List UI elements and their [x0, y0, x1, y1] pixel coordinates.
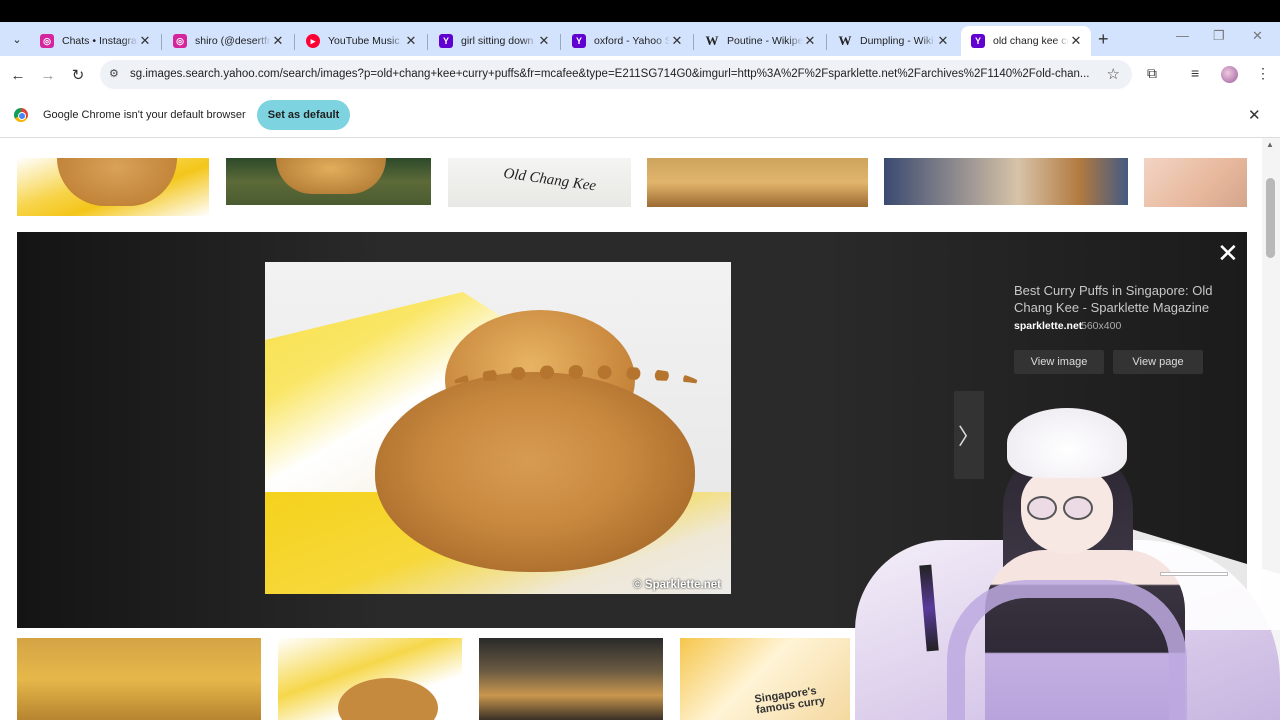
tab-yahoo-girl[interactable]: Y girl sitting down ✕ [429, 26, 559, 56]
tab-yahoo-oxford[interactable]: Y oxford - Yahoo S ✕ [562, 26, 692, 56]
youtube-music-icon: ▸ [306, 34, 320, 48]
tab-close-icon[interactable]: ✕ [803, 33, 817, 49]
tab-close-icon[interactable]: ✕ [537, 33, 551, 49]
tab-separator [560, 34, 561, 50]
preview-close-icon[interactable]: ✕ [1217, 240, 1239, 266]
preview-dimensions: 560x400 [1081, 320, 1122, 332]
instagram-icon: ◎ [40, 34, 54, 48]
tab-title: shiro (@desertfro [195, 35, 271, 47]
browser-toolbar: ← → ↻ ⚙ sg.images.search.yahoo.com/searc… [0, 56, 1280, 94]
yahoo-icon: Y [971, 34, 985, 48]
curry-puffs-tray-thumb[interactable] [647, 158, 868, 207]
menu-kebab-icon[interactable]: ⋮ [1256, 65, 1270, 82]
minimize-icon[interactable]: — [1176, 28, 1189, 43]
next-image-button[interactable]: 〉 [954, 391, 984, 479]
screen: ⌄ ◎ Chats • Instagram ✕ ◎ shiro (@desert… [0, 0, 1280, 720]
media-controls-icon[interactable]: ≡ [1191, 65, 1199, 81]
wikipedia-icon: W [705, 33, 719, 48]
singapore-curry-puff-thumb[interactable]: Singapore's famous curry [680, 638, 850, 720]
scroll-up-icon[interactable]: ▲ [1266, 140, 1274, 149]
curry-puff-crimp [451, 365, 701, 405]
window-close-icon[interactable]: ✕ [1252, 28, 1263, 44]
tab-close-icon[interactable]: ✕ [138, 33, 152, 49]
address-url[interactable]: sg.images.search.yahoo.com/search/images… [130, 68, 1095, 80]
set-as-default-button[interactable]: Set as default [257, 100, 350, 130]
tab-close-icon[interactable]: ✕ [404, 33, 418, 49]
curry-puffs-basket-thumb[interactable] [226, 158, 431, 205]
preview-title[interactable]: Best Curry Puffs in Singapore: Old Chang… [1014, 282, 1229, 316]
back-icon[interactable]: ← [7, 64, 29, 86]
image-search-results: Old Chang Kee © Sparklette.net 〉 ✕ Best … [0, 138, 1280, 720]
page-scrollbar[interactable]: ▲ [1262, 138, 1280, 720]
tab-title: Chats • Instagram [62, 35, 138, 47]
profile-avatar[interactable] [1221, 66, 1238, 83]
tab-yahoo-old-chang-kee[interactable]: Y old chang kee cu ✕ [961, 26, 1091, 56]
yahoo-icon: Y [572, 34, 586, 48]
scrollbar-thumb[interactable] [1266, 178, 1275, 258]
tab-search-icon[interactable]: ⌄ [6, 28, 28, 50]
tab-title: Dumpling - Wiki [860, 35, 934, 47]
curry-puff-bag-thumb[interactable] [17, 158, 209, 216]
curry-puff-packet-thumb[interactable] [278, 638, 462, 720]
preview-source: sparklette.net [1014, 320, 1083, 332]
instagram-icon: ◎ [173, 34, 187, 48]
tab-separator [693, 34, 694, 50]
curry-puffs-pile-thumb[interactable] [17, 638, 261, 720]
tab-title: Poutine - Wikipe [727, 35, 803, 47]
tab-separator [161, 34, 162, 50]
restore-icon[interactable]: ❐ [1213, 28, 1225, 44]
tab-wikipedia-poutine[interactable]: W Poutine - Wikipe ✕ [695, 26, 825, 56]
infobar-message: Google Chrome isn't your default browser [43, 109, 246, 121]
top-black-bar [0, 0, 1280, 22]
tab-close-icon[interactable]: ✕ [271, 33, 285, 49]
curry-puff-plate-thumb[interactable] [884, 158, 1128, 205]
thumb-label: Old Chang Kee [502, 165, 598, 195]
tab-close-icon[interactable]: ✕ [1069, 33, 1083, 49]
forward-icon[interactable]: → [37, 64, 59, 86]
tab-close-icon[interactable]: ✕ [936, 33, 950, 49]
reload-icon[interactable]: ↻ [67, 64, 89, 86]
tab-separator [826, 34, 827, 50]
tab-title: girl sitting down [461, 35, 534, 47]
tab-close-icon[interactable]: ✕ [670, 33, 684, 49]
new-tab-button[interactable]: + [1098, 29, 1109, 50]
person-thumb[interactable] [1144, 158, 1247, 207]
default-browser-infobar: Google Chrome isn't your default browser… [0, 94, 1280, 138]
site-info-icon[interactable]: ⚙ [109, 67, 119, 80]
chevron-right-icon: 〉 [957, 424, 980, 449]
thumb-label: Singapore's famous curry [753, 685, 827, 717]
tab-wikipedia-dumpling[interactable]: W Dumpling - Wiki ✕ [828, 26, 958, 56]
tab-instagram-shiro[interactable]: ◎ shiro (@desertfro ✕ [163, 26, 293, 56]
tab-separator [427, 34, 428, 50]
infobar-close-icon[interactable]: ✕ [1248, 106, 1261, 124]
image-preview-panel: © Sparklette.net 〉 ✕ Best Curry Puffs in… [17, 232, 1247, 628]
wikipedia-icon: W [838, 33, 852, 48]
tab-instagram-chats[interactable]: ◎ Chats • Instagram ✕ [30, 26, 160, 56]
image-watermark: © Sparklette.net [633, 579, 721, 591]
yahoo-icon: Y [439, 34, 453, 48]
curry-puffs-oven-thumb[interactable] [479, 638, 663, 720]
preview-image[interactable]: © Sparklette.net [265, 262, 731, 594]
tab-title: old chang kee cu [993, 35, 1069, 47]
tab-youtube-music[interactable]: ▸ YouTube Music ✕ [296, 26, 426, 56]
address-bar[interactable]: ⚙ sg.images.search.yahoo.com/search/imag… [100, 60, 1132, 89]
tab-strip: ⌄ ◎ Chats • Instagram ✕ ◎ shiro (@desert… [0, 22, 1280, 56]
bookmark-star-icon[interactable]: ☆ [1107, 65, 1120, 83]
tab-title: oxford - Yahoo S [594, 35, 670, 47]
chrome-logo-icon [14, 108, 28, 122]
extensions-icon[interactable]: ⧉ [1147, 65, 1157, 82]
tab-separator [294, 34, 295, 50]
tab-title: YouTube Music [328, 35, 400, 47]
view-page-button[interactable]: View page [1113, 350, 1203, 374]
view-image-button[interactable]: View image [1014, 350, 1104, 374]
old-chang-kee-bag-thumb[interactable]: Old Chang Kee [448, 158, 631, 207]
